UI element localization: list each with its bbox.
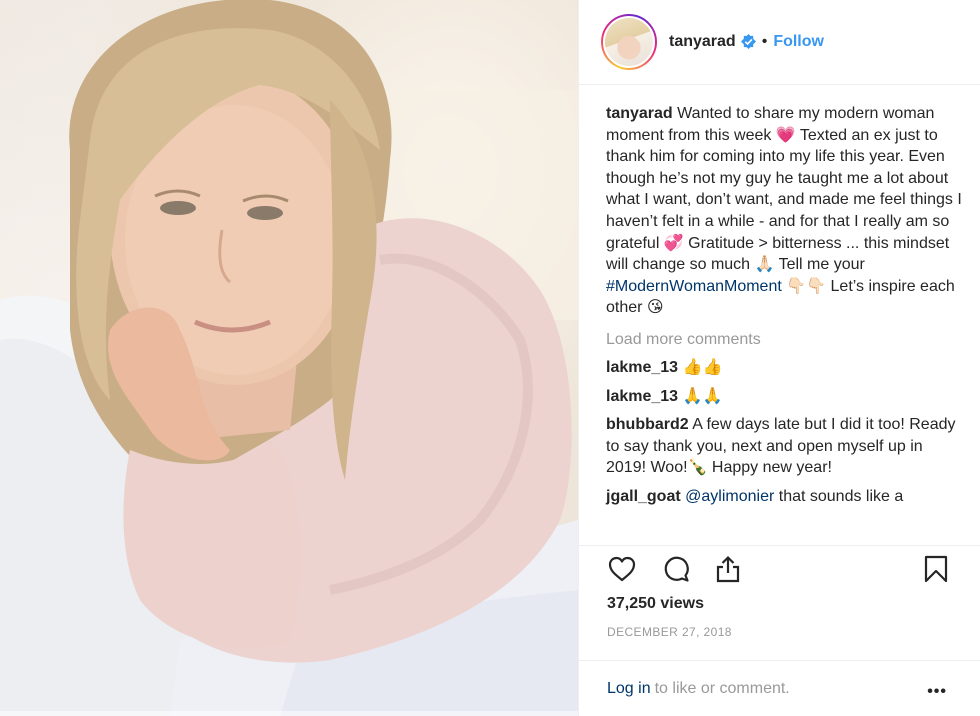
view-count[interactable]: 37,250 views <box>607 595 704 613</box>
heart-icon[interactable] <box>607 554 637 584</box>
comments-section[interactable]: tanyarad Wanted to share my modern woman… <box>579 84 980 545</box>
comment-username[interactable]: lakme_13 <box>606 359 678 376</box>
caption-username[interactable]: tanyarad <box>606 105 673 122</box>
video-frame-illustration <box>0 0 578 716</box>
author-username[interactable]: tanyarad <box>669 33 736 51</box>
video-progress-track[interactable] <box>0 711 578 716</box>
comment-mention-link[interactable]: @aylimonier <box>685 488 774 505</box>
comment-text: 🙏🙏 <box>682 387 723 405</box>
bookmark-icon[interactable] <box>921 554 951 584</box>
comment-username[interactable]: jgall_goat <box>606 488 681 505</box>
post-caption: tanyarad Wanted to share my modern woman… <box>606 103 965 319</box>
post-actions-bar <box>579 545 980 595</box>
author-avatar-image <box>603 15 655 68</box>
header-separator: • <box>761 32 768 50</box>
caption-text: Wanted to share my modern woman moment f… <box>606 105 962 274</box>
share-icon[interactable] <box>713 554 743 584</box>
comment-item: jgall_goat @aylimonier that sounds like … <box>606 486 965 508</box>
comment-item: bhubbard2 A few days late but I did it t… <box>606 414 965 479</box>
post-video[interactable] <box>0 0 578 716</box>
post-panel: tanyarad • Follow tanyarad Wanted to sha… <box>578 0 980 716</box>
post-header: tanyarad • Follow <box>579 0 980 83</box>
login-link[interactable]: Log in <box>607 680 651 698</box>
comment-item: lakme_13 👍👍 <box>606 357 965 379</box>
comment-text: that sounds like a <box>778 487 904 505</box>
comment-text: 👍👍 <box>682 358 723 376</box>
author-avatar[interactable] <box>601 13 657 70</box>
comment-username[interactable]: lakme_13 <box>606 388 678 405</box>
login-prompt: Log in to like or comment. ••• <box>579 660 980 716</box>
follow-button[interactable]: Follow <box>773 33 824 51</box>
comment-item: lakme_13 🙏🙏 <box>606 386 965 408</box>
post-date[interactable]: DECEMBER 27, 2018 <box>607 625 732 639</box>
load-more-comments-button[interactable]: Load more comments <box>606 331 965 349</box>
comment-username[interactable]: bhubbard2 <box>606 416 689 433</box>
login-prompt-text: to like or comment. <box>654 679 790 697</box>
caption-hashtag-link[interactable]: #ModernWomanMoment <box>606 278 782 295</box>
more-options-icon[interactable]: ••• <box>927 683 947 701</box>
verified-badge-icon <box>740 34 756 49</box>
comment-icon[interactable] <box>661 554 691 584</box>
